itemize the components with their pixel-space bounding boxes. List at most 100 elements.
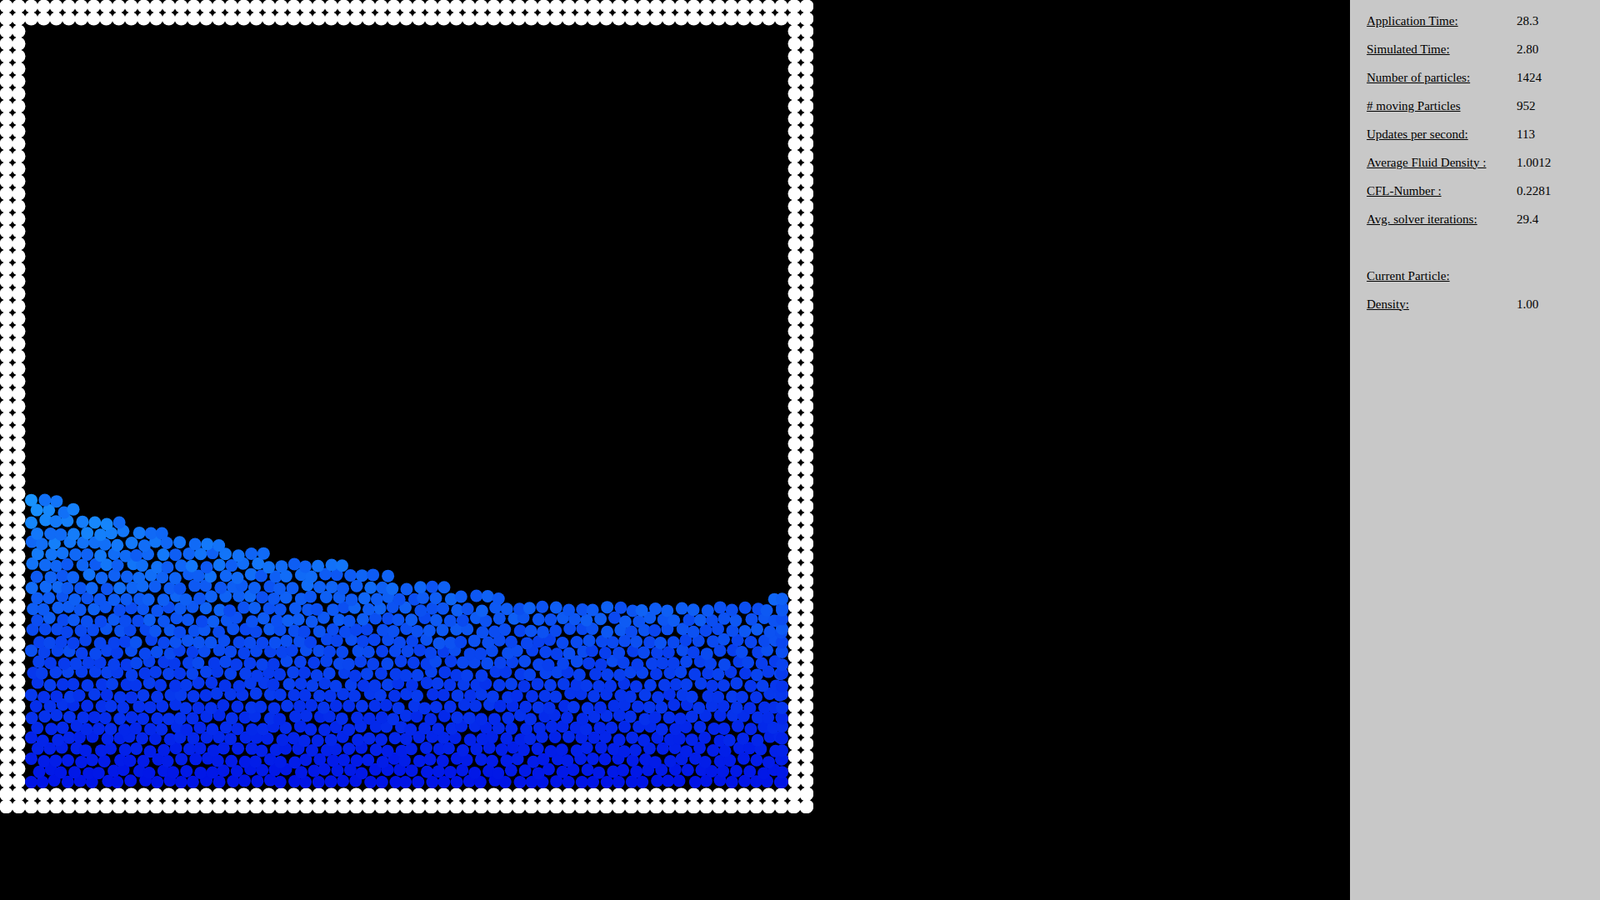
fluid-particle [248,601,261,615]
wall-particle [800,325,815,339]
wall-particle [87,12,101,26]
wall-particle [0,625,14,639]
fluid-particle [70,657,83,670]
fluid-particle [410,690,424,703]
wall-particle [788,225,802,239]
fluid-particle [600,600,614,614]
wall-particle [788,700,802,714]
fluid-particle [363,732,376,745]
fluid-particle [61,754,75,767]
fluid-particle [464,733,477,746]
wall-particle [37,12,51,26]
fluid-particle [692,701,705,715]
wall-particle [387,0,401,14]
wall-particle [225,0,239,14]
wall-particle [800,800,814,815]
fluid-particle [575,775,589,789]
fluid-particle [501,711,515,725]
fluid-particle [350,711,364,725]
wall-particle [225,800,239,815]
fluid-particle [750,668,764,681]
wall-particle [387,788,401,802]
fluid-particle [381,745,395,758]
wall-particle [562,800,576,815]
wall-particle [0,575,14,589]
fluid-particle [275,560,288,573]
fluid-particle [66,570,80,584]
fluid-particle [130,656,143,670]
wall-particle [12,187,26,201]
wall-particle [788,312,802,326]
stat-label: Updates per second: [1366,127,1517,142]
fluid-particle [405,613,418,626]
wall-particle [0,325,14,339]
wall-particle [200,800,214,815]
wall-particle [537,800,551,815]
wall-particle [12,537,26,551]
fluid-particle [179,701,192,715]
fluid-particle [525,690,539,703]
fluid-particle [637,734,650,747]
wall-particle [25,0,39,14]
fluid-particle [92,722,105,735]
fluid-particle [717,722,730,735]
wall-particle [662,0,676,14]
wall-particle [788,650,802,664]
fluid-particle [36,734,50,747]
fluid-particle [42,591,55,605]
wall-particle [12,650,26,664]
wall-particle [87,788,101,802]
wall-particle [550,0,564,14]
wall-particle [112,12,126,26]
fluid-particle [775,592,789,605]
fluid-particle [430,700,443,714]
fluid-particle [325,580,339,594]
wall-particle [788,600,802,614]
wall-particle [362,800,376,815]
wall-particle [650,0,664,14]
fluid-particle [366,657,380,670]
fluid-particle [66,503,80,516]
wall-particle [50,12,64,26]
wall-particle [12,475,26,489]
wall-particle [62,12,76,26]
fluid-particle [136,689,150,702]
wall-particle [512,12,526,26]
wall-particle [0,150,14,164]
wall-particle [12,625,26,639]
wall-particle [675,12,689,26]
wall-particle [800,87,815,101]
wall-particle [175,0,189,14]
fluid-particle [539,690,552,703]
wall-particle [562,788,576,802]
wall-particle [625,12,639,26]
stat-row: Number of particles: 1424 [1366,63,1600,92]
fluid-particle [492,592,505,605]
wall-particle [0,687,14,701]
wall-particle [500,788,514,802]
simulation-canvas[interactable] [0,0,814,814]
fluid-particle [604,680,617,693]
wall-particle [12,450,26,464]
fluid-particle [30,527,44,540]
wall-particle [12,150,26,164]
fluid-particle [592,766,605,780]
fluid-particle [363,712,376,725]
wall-particle [12,637,26,651]
wall-particle [725,12,739,26]
wall-particle [12,400,26,414]
wall-particle [12,562,26,576]
fluid-particle [730,676,743,690]
wall-particle [525,788,539,802]
wall-particle [412,788,426,802]
fluid-particle [107,636,120,650]
fluid-particle [698,731,711,745]
fluid-particle [273,582,286,595]
wall-particle [362,12,376,26]
fluid-particle [249,755,262,768]
wall-particle [12,350,26,364]
wall-particle [675,0,689,14]
wall-particle [525,12,539,26]
wall-particle [425,0,439,14]
wall-particle [12,512,26,526]
